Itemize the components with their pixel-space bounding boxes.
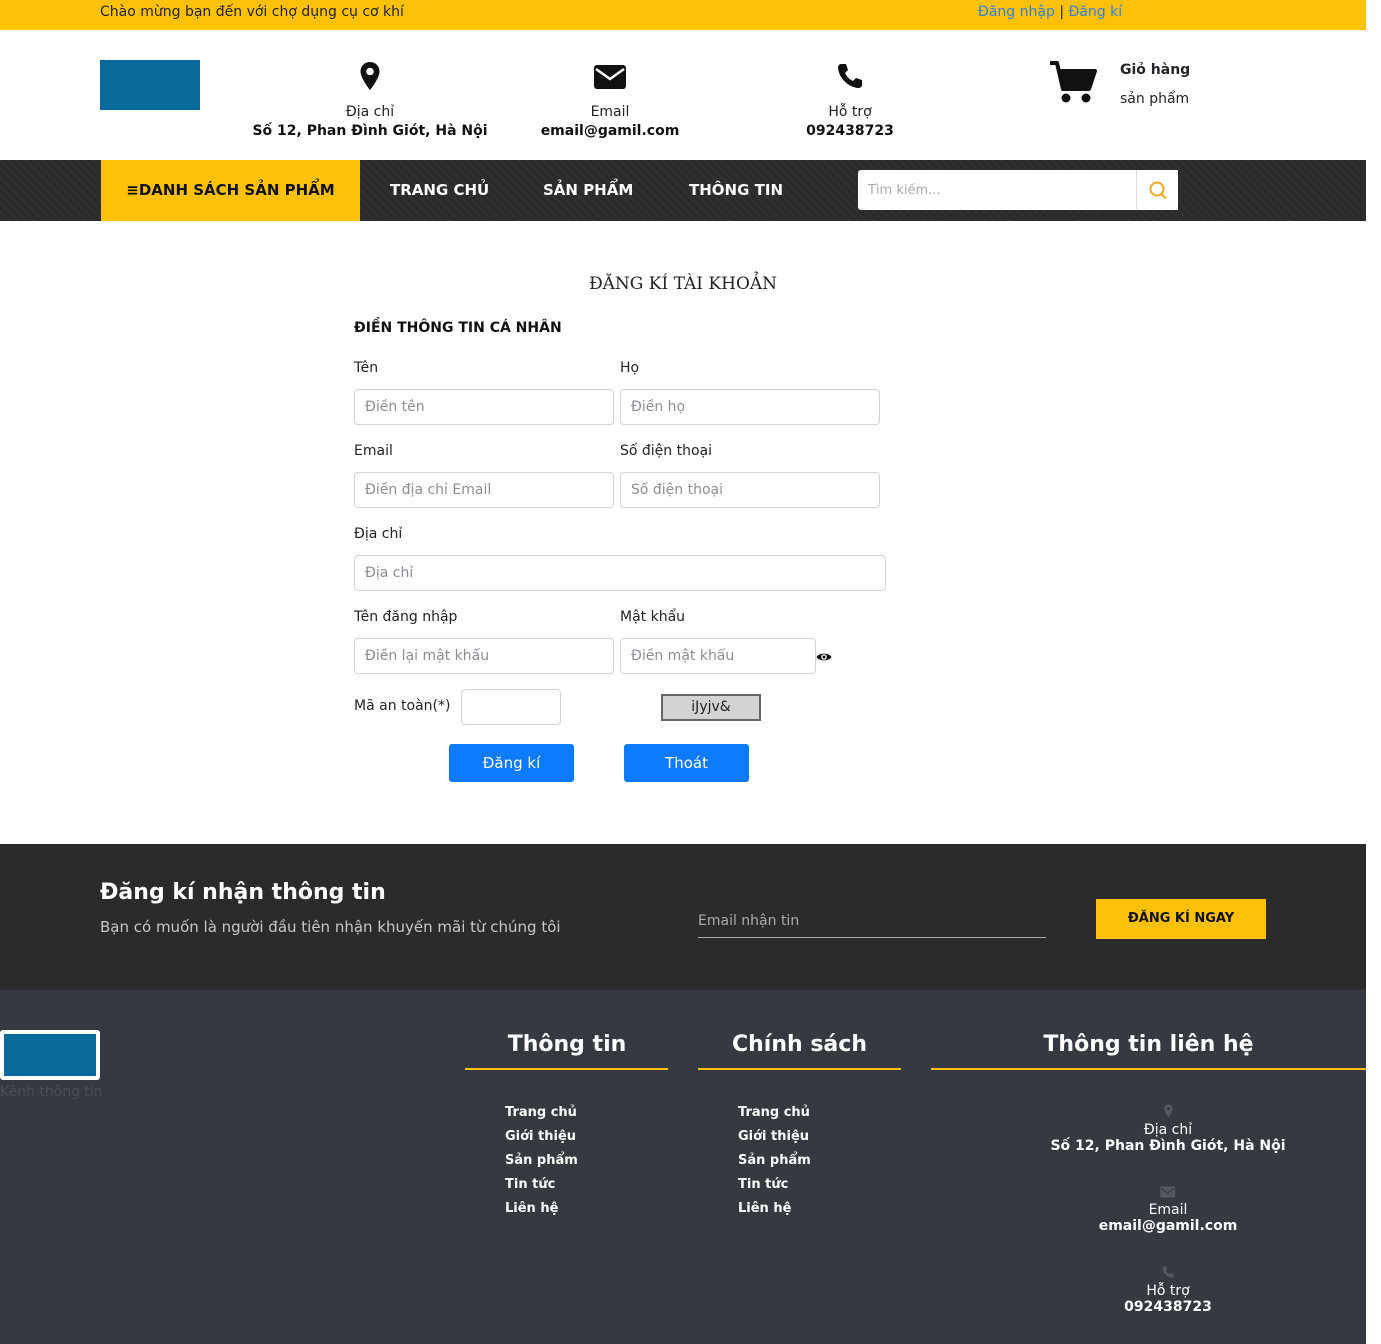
footer-col2-link[interactable]: Trang chủ (738, 1105, 810, 1120)
search-input[interactable] (858, 170, 1136, 210)
site-logo[interactable] (100, 60, 200, 110)
footer-logo[interactable] (0, 1030, 100, 1080)
cart-sub: sản phẩm (1120, 91, 1190, 107)
site-header: Địa chỉ Số 12, Phan Đình Giót, Hà Nội Em… (0, 30, 1366, 160)
nav-products[interactable]: SẢN PHẨM (543, 160, 633, 221)
footer-channel-text: Kênh thông tin (0, 1084, 103, 1100)
newsletter-heading: Đăng kí nhận thông tin (100, 880, 386, 905)
eye-icon[interactable] (816, 649, 832, 665)
footer-support-value: 092438723 (1124, 1299, 1212, 1315)
header-email-value: email@gamil.com (540, 123, 680, 139)
footer-col2-title: Chính sách (732, 1032, 867, 1057)
footer-col2-link[interactable]: Sản phẩm (738, 1153, 811, 1168)
first-name-label: Tên (354, 360, 379, 376)
footer-col1-link[interactable]: Trang chủ (505, 1105, 577, 1120)
footer-address: Địa chỉ Số 12, Phan Đình Giót, Hà Nội (1050, 1104, 1286, 1154)
newsletter-subtitle: Bạn có muốn là người đầu tiên nhận khuyế… (100, 918, 561, 936)
section-title: ĐIỀN THÔNG TIN CÁ NHÂN (354, 320, 562, 336)
last-name-label: Họ (620, 360, 640, 376)
newsletter-section: Đăng kí nhận thông tin Bạn có muốn là ng… (0, 844, 1366, 990)
footer-email-label: Email (1148, 1202, 1188, 1218)
map-marker-icon (360, 62, 380, 90)
welcome-text: Chào mừng bạn đến với chợ dụng cụ cơ khí (100, 4, 404, 20)
cart-label: Giỏ hàng (1120, 62, 1191, 78)
footer-col1-link[interactable]: Sản phẩm (505, 1153, 578, 1168)
site-footer: Kênh thông tin Thông tin Trang chủ Giới … (0, 990, 1366, 1344)
captcha-code: iJyjv& (661, 694, 761, 721)
footer-col2-link[interactable]: Giới thiệu (738, 1129, 809, 1144)
captcha-input[interactable] (461, 689, 561, 725)
footer-col1-link[interactable]: Tin tức (505, 1177, 555, 1192)
header-address-label: Địa chỉ (345, 104, 395, 120)
email-label: Email (354, 443, 393, 459)
email-input[interactable] (354, 472, 614, 508)
main-nav: ≡DANH SÁCH SẢN PHẨM TRANG CHỦ SẢN PHẨM T… (0, 160, 1366, 221)
password-label: Mật khẩu (620, 609, 686, 625)
first-name-input[interactable] (354, 389, 614, 425)
footer-address-label: Địa chỉ (1143, 1122, 1193, 1138)
phone-input[interactable] (620, 472, 880, 508)
exit-button[interactable]: Thoát (624, 744, 749, 782)
shopping-cart-icon (1050, 61, 1097, 103)
auth-separator: | (1059, 4, 1065, 20)
header-support-value: 092438723 (806, 123, 894, 139)
footer-col2-divider (698, 1068, 901, 1070)
footer-phone-icon (1162, 1266, 1174, 1278)
footer-col2-link[interactable]: Tin tức (738, 1177, 788, 1192)
footer-email: Email email@gamil.com (1098, 1186, 1238, 1234)
header-address-value: Số 12, Phan Đình Giót, Hà Nội (252, 123, 488, 139)
footer-support-label: Hỗ trợ (1146, 1283, 1190, 1299)
last-name-input[interactable] (620, 389, 880, 425)
phone-icon (838, 64, 862, 88)
password-input[interactable] (620, 638, 816, 674)
search-box (858, 170, 1178, 210)
header-address: Địa chỉ Số 12, Phan Đình Giót, Hà Nội (250, 60, 490, 139)
footer-col1-divider (465, 1068, 668, 1070)
cart[interactable]: Giỏ hàng sản phẩm (1048, 60, 1190, 110)
newsletter-email-input[interactable] (698, 904, 1046, 938)
username-input[interactable] (354, 638, 614, 674)
footer-address-value: Số 12, Phan Đình Giót, Hà Nội (1050, 1138, 1286, 1154)
address-input[interactable] (354, 555, 886, 591)
header-support: Hỗ trợ 092438723 (790, 60, 910, 139)
header-email-label: Email (590, 104, 630, 120)
search-icon (1149, 181, 1167, 200)
page-title: ĐĂNG KÍ TÀI KHOẢN (588, 274, 778, 294)
footer-col2-link[interactable]: Liên hệ (738, 1201, 791, 1216)
category-menu-button[interactable]: ≡DANH SÁCH SẢN PHẨM (101, 160, 360, 221)
search-button[interactable] (1136, 170, 1178, 210)
header-support-label: Hỗ trợ (828, 104, 872, 120)
nav-home[interactable]: TRANG CHỦ (390, 160, 489, 221)
footer-map-marker-icon (1163, 1104, 1173, 1118)
footer-envelope-icon (1160, 1186, 1176, 1198)
phone-label: Số điện thoại (620, 443, 713, 459)
auth-links: Đăng nhập | Đăng kí (978, 4, 1122, 20)
footer-support: Hỗ trợ 092438723 (1124, 1265, 1212, 1315)
footer-col3-title: Thông tin liên hệ (1043, 1032, 1254, 1057)
footer-col3-divider (931, 1068, 1366, 1070)
nav-info[interactable]: THÔNG TIN (689, 160, 783, 221)
top-bar: Chào mừng bạn đến với chợ dụng cụ cơ khí… (0, 0, 1366, 30)
username-label: Tên đăng nhập (354, 609, 458, 625)
footer-col1-link[interactable]: Giới thiệu (505, 1129, 576, 1144)
envelope-icon (594, 65, 626, 89)
address-label: Địa chỉ (354, 526, 403, 542)
footer-email-value: email@gamil.com (1098, 1218, 1238, 1234)
newsletter-subscribe-button[interactable]: ĐĂNG KÍ NGAY (1096, 899, 1266, 939)
header-email: Email email@gamil.com (520, 60, 700, 139)
captcha-label: Mã an toàn(*) (354, 698, 451, 714)
footer-col1-link[interactable]: Liên hệ (505, 1201, 558, 1216)
footer-col1-title: Thông tin (507, 1032, 627, 1057)
login-link[interactable]: Đăng nhập (978, 4, 1055, 20)
register-button[interactable]: Đăng kí (449, 744, 574, 782)
register-link[interactable]: Đăng kí (1068, 4, 1122, 20)
